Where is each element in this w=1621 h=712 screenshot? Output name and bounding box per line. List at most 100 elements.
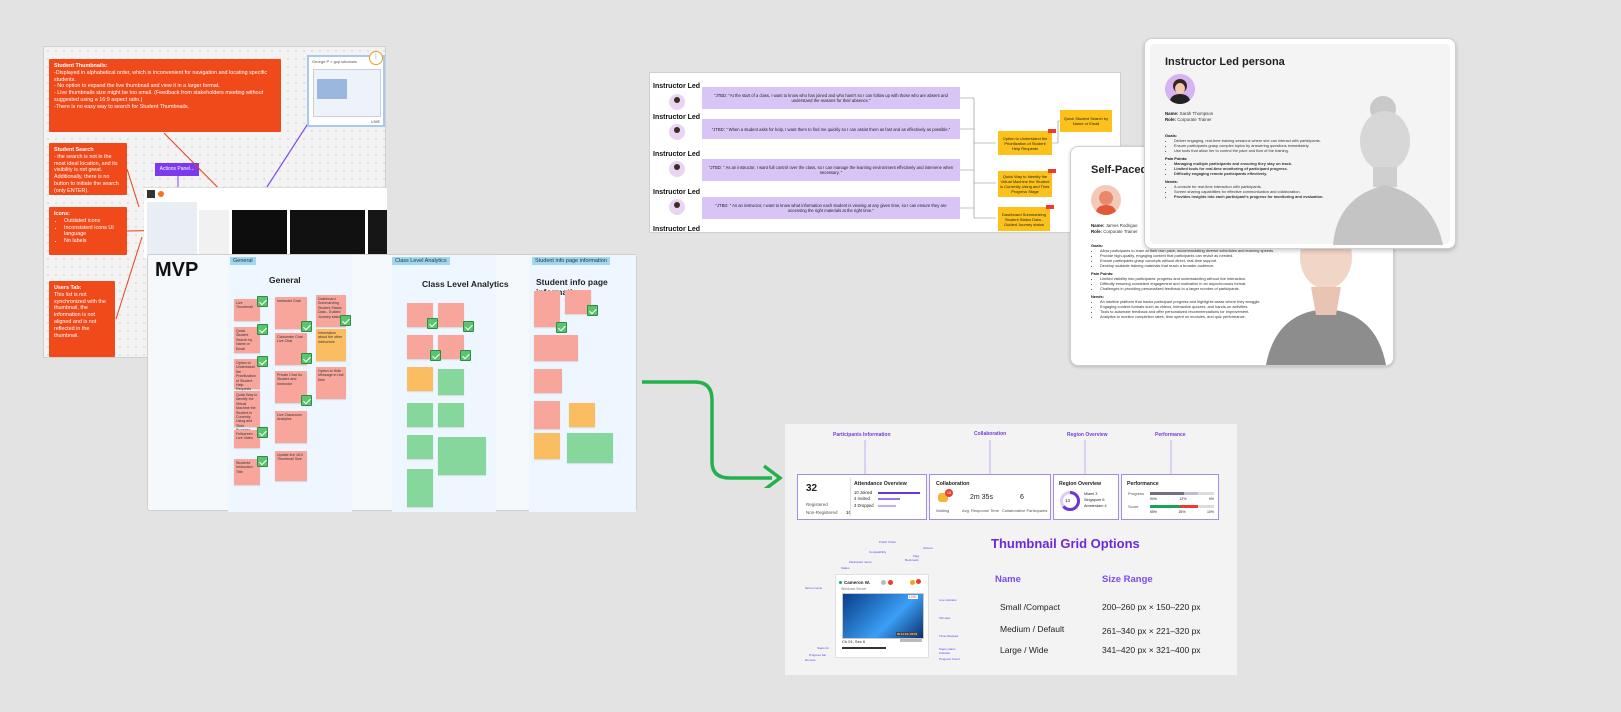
score-value: 10% xyxy=(1206,510,1214,514)
label-connectors xyxy=(864,440,1172,476)
sticky[interactable]: Information about the other instructors xyxy=(316,329,346,361)
non-registered-label: Non-Registered xyxy=(806,510,838,515)
sticky[interactable] xyxy=(534,433,560,459)
tag-student-info: Student info page information xyxy=(532,257,610,265)
callout: Status xyxy=(841,566,850,570)
size-range: 200–260 px × 150–220 px xyxy=(1102,602,1201,612)
callout: Public Chats xyxy=(879,540,896,544)
callout-labels: Status Participant name Compatibility Pu… xyxy=(805,536,965,666)
participants-card[interactable]: 32 Registered Non-Registered 10 Attendan… xyxy=(797,474,927,520)
sticky[interactable] xyxy=(438,303,464,327)
row-label: Instructor Led xyxy=(653,151,701,158)
row-label: Instructor Led xyxy=(653,114,701,121)
check-icon xyxy=(463,321,474,332)
collab-label: Collaborative Participants xyxy=(1002,508,1048,513)
journey-map-frame[interactable]: Instructor Led Instructor Led Instructor… xyxy=(649,72,1121,233)
check-icon xyxy=(587,305,598,316)
waiting-label: Waiting xyxy=(936,508,950,513)
progress-value: 12% xyxy=(1179,497,1187,501)
solution-box[interactable]: Option to Understand the Prioritization … xyxy=(998,131,1052,155)
callout: Bookmark xyxy=(905,558,919,562)
performance-card[interactable]: Performance Progress 90% 12% 0% Score 55… xyxy=(1121,474,1219,520)
jtbd-row[interactable]: "JTBD: " As an instructor, I want to kno… xyxy=(702,197,960,219)
canvas[interactable]: { "frame1": { "notes": [ {"title":"Stude… xyxy=(0,0,1621,712)
attendance-bar xyxy=(878,505,896,507)
sticky[interactable] xyxy=(407,469,433,507)
registered-count: 32 xyxy=(806,483,818,494)
new-badge xyxy=(1046,205,1054,209)
attendance-bar xyxy=(878,492,920,494)
mvp-frame[interactable]: MVP General Class Level Analytics Studen… xyxy=(147,254,637,512)
sticky[interactable] xyxy=(534,401,560,429)
callout: Steps for xyxy=(817,646,830,650)
sticky[interactable] xyxy=(534,369,562,393)
solution-box[interactable]: Quick Way to Identify the Virtual Machin… xyxy=(998,171,1052,197)
jtbd-row[interactable]: "JTBD: " When a student asks for help, I… xyxy=(702,119,960,139)
check-icon xyxy=(460,350,471,361)
collab-value: 6 xyxy=(1020,494,1024,501)
sticky[interactable] xyxy=(534,335,578,361)
new-badge xyxy=(1048,169,1056,173)
callout: Progress Count xyxy=(939,657,960,661)
check-icon xyxy=(257,324,268,335)
row-label: Instructor Led xyxy=(653,83,701,90)
avatar xyxy=(669,124,685,140)
flow-arrow xyxy=(642,380,783,488)
solution-box[interactable]: Quick Student Search by Name or Email xyxy=(1060,110,1112,132)
sticky[interactable] xyxy=(569,403,595,427)
sticky[interactable] xyxy=(438,403,464,427)
size-name: Medium / Default xyxy=(1000,624,1065,634)
progress-bar xyxy=(1150,492,1214,495)
dashboard-frame[interactable]: Participants Information Collaboration R… xyxy=(785,424,1237,675)
avatar xyxy=(669,161,685,177)
check-icon xyxy=(430,350,441,361)
persona-details: Goals: Deliver engaging, real-time train… xyxy=(1165,133,1340,199)
thumb-name: George P > gcp-windows xyxy=(312,59,357,64)
check-icon xyxy=(257,296,268,307)
region-title: Region Overview xyxy=(1059,481,1102,487)
app-logo-icon xyxy=(147,190,155,198)
sticky[interactable] xyxy=(438,369,464,395)
tag-class-level: Class Level Analytics xyxy=(392,257,450,265)
collaboration-card[interactable]: Collaboration 18 Waiting 2m 35s Avg. Res… xyxy=(929,474,1051,520)
check-icon xyxy=(301,353,312,364)
live-thumbnail[interactable]: George P > gcp-windows ⋮ LIVE xyxy=(307,51,385,127)
sticky[interactable]: Option to Hide Message in real time xyxy=(316,367,346,399)
sticky[interactable]: Update live 16:9 Thumbnail Size xyxy=(275,451,307,481)
sticky[interactable] xyxy=(407,435,433,459)
sticky[interactable] xyxy=(567,433,613,463)
solution-box[interactable]: Dashboard Summarizing Student Status Dat… xyxy=(998,207,1050,231)
callout: Steps status indicator xyxy=(939,647,956,655)
avatar xyxy=(1165,74,1195,104)
check-icon xyxy=(301,321,312,332)
callout: Participant name xyxy=(849,560,872,564)
col-head-size: Size Range xyxy=(1102,574,1153,585)
score-value: 55% xyxy=(1150,510,1158,514)
check-icon xyxy=(257,456,268,467)
sticky[interactable] xyxy=(438,437,486,475)
jtbd-row[interactable]: "JTBD: "At the start of a class, I want … xyxy=(702,87,960,109)
check-icon xyxy=(301,395,312,406)
attendance-row: 3 Dropped xyxy=(854,502,874,508)
jtbd-row[interactable]: "JTBD: " As an instructor, I want full c… xyxy=(702,159,960,181)
sticky[interactable] xyxy=(407,403,433,427)
region-card[interactable]: Region Overview 13 Miami 3 Singapore 6 A… xyxy=(1053,474,1119,520)
persona-title: Self-Paced xyxy=(1091,164,1148,176)
score-value: 25% xyxy=(1178,510,1186,514)
persona-instructor-card[interactable]: Instructor Led persona Name: Sarah Thomp… xyxy=(1144,38,1456,249)
check-icon xyxy=(257,427,268,438)
size-name: Small /Compact xyxy=(1000,602,1060,612)
live-label: LIVE xyxy=(371,119,380,124)
thumb-action-icon[interactable]: ⋮ xyxy=(369,51,383,65)
callout: Live indicator xyxy=(939,598,957,602)
sticky[interactable]: Live Classroom Analytics xyxy=(275,411,307,443)
performance-title: Performance xyxy=(1127,481,1159,487)
sticky[interactable]: Quick Way to Identify the Virtual Machin… xyxy=(234,391,260,437)
app-screenshot-strip xyxy=(144,187,387,258)
mvp-title: MVP xyxy=(155,259,199,281)
callout: VM view xyxy=(939,616,951,620)
attendance-bar xyxy=(878,498,900,500)
row-label: Instructor Led xyxy=(653,189,701,196)
registered-label: Registered xyxy=(806,502,828,507)
sticky[interactable] xyxy=(407,367,433,391)
